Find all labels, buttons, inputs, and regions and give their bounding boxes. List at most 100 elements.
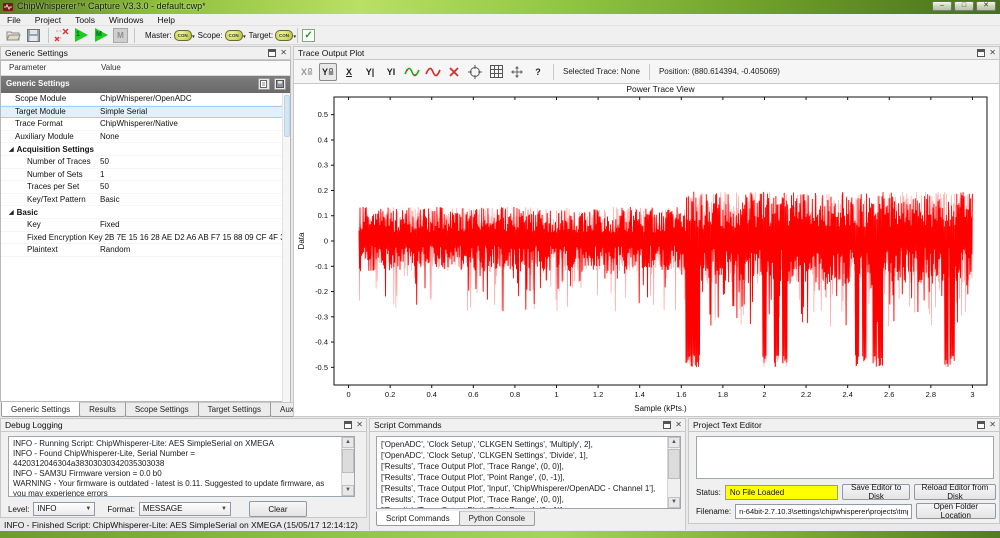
param-row[interactable]: Auxiliary ModuleNone	[1, 131, 284, 144]
float-panel-icon[interactable]	[268, 49, 276, 57]
param-value[interactable]: Random	[100, 245, 130, 254]
tab-results[interactable]: Results	[79, 402, 126, 417]
expand-arrow-icon[interactable]: ◢	[9, 146, 14, 153]
param-row[interactable]: KeyFixed	[1, 219, 284, 232]
redraw-button[interactable]	[424, 63, 442, 81]
param-group-row[interactable]: ◢Acquisition Settings	[1, 143, 284, 156]
param-row[interactable]: PlaintextRandom	[1, 244, 284, 257]
generic-settings-dock-header[interactable]: Generic Settings ✕	[0, 46, 291, 60]
scroll-down-icon[interactable]: ▼	[668, 497, 680, 508]
debug-log-text[interactable]: INFO - Running Script: ChipWhisperer-Lit…	[8, 436, 355, 497]
scroll-up-icon[interactable]: ▲	[342, 437, 354, 448]
param-row[interactable]: Key/Text PatternBasic	[1, 194, 284, 207]
target-connect-button[interactable]: CON▾	[275, 30, 293, 41]
param-value[interactable]: ChipWhisperer/OpenADC	[100, 94, 192, 103]
capture-1-button[interactable]: 1	[73, 27, 91, 44]
title-bar[interactable]: ChipWhisperer™ Capture V3.3.0 - default.…	[0, 0, 1000, 14]
script-commands-text[interactable]: ['OpenADC', 'Clock Setup', 'CLKGEN Setti…	[376, 436, 681, 509]
param-value[interactable]: 50	[100, 157, 109, 166]
generic-settings-group-bar[interactable]: Generic Settings	[1, 76, 290, 93]
close-panel-icon[interactable]: ✕	[675, 421, 682, 429]
validate-settings-button[interactable]: ✓	[302, 29, 315, 42]
scrollbar-thumb[interactable]	[284, 95, 290, 137]
master-connect-button[interactable]: CON▾	[174, 30, 192, 41]
project-text-editor-dock-header[interactable]: Project Text Editor ✕	[688, 418, 1000, 432]
expand-arrow-icon[interactable]: ◢	[9, 209, 14, 216]
project-editor-textarea[interactable]	[696, 436, 994, 479]
menu-tools[interactable]: Tools	[68, 15, 102, 25]
restore-button[interactable]: □	[954, 1, 974, 11]
scope-connect-button[interactable]: CON▾	[225, 30, 243, 41]
log-format-select[interactable]: MESSAGE▼	[139, 502, 231, 516]
param-row[interactable]: Traces per Set50	[1, 181, 284, 194]
table-scrollbar[interactable]	[282, 93, 290, 402]
scrollbar-thumb[interactable]	[668, 449, 680, 479]
param-row[interactable]: Number of Sets1	[1, 169, 284, 182]
tab-scope-settings[interactable]: Scope Settings	[125, 402, 199, 417]
menu-windows[interactable]: Windows	[102, 15, 150, 25]
tab-script-commands[interactable]: Script Commands	[376, 511, 460, 526]
filename-input[interactable]	[735, 504, 911, 519]
param-value[interactable]: Fixed	[100, 220, 120, 229]
scroll-up-icon[interactable]: ▲	[668, 437, 680, 448]
param-row[interactable]: Number of Traces50	[1, 156, 284, 169]
capture-multi-button[interactable]: M	[93, 27, 111, 44]
float-panel-icon[interactable]	[344, 421, 352, 429]
close-button[interactable]: ✕	[976, 1, 996, 11]
param-value[interactable]: 50	[100, 182, 109, 191]
param-row[interactable]: Target ModuleSimple Serial	[1, 106, 284, 119]
menu-file[interactable]: File	[0, 15, 28, 25]
copy-params-icon[interactable]	[258, 78, 270, 90]
scrollbar-thumb[interactable]	[342, 449, 354, 473]
param-value[interactable]: ChipWhisperer/Native	[100, 119, 178, 128]
power-trace-chart[interactable]: 00.20.40.60.811.21.41.61.822.22.42.62.83…	[294, 84, 999, 415]
tab-target-settings[interactable]: Target Settings	[198, 402, 271, 417]
y-axis-lock-button[interactable]: Y	[319, 63, 337, 81]
param-group-row[interactable]: ◢Basic	[1, 206, 284, 219]
float-panel-icon[interactable]	[977, 49, 985, 57]
menu-project[interactable]: Project	[28, 15, 68, 25]
save-project-button[interactable]	[24, 27, 42, 44]
save-editor-button[interactable]: Save Editor to Disk	[842, 484, 910, 500]
debug-logging-dock-header[interactable]: Debug Logging ✕	[0, 418, 367, 432]
debug-log-scrollbar[interactable]: ▲ ▼	[341, 437, 354, 496]
clear-traces-button[interactable]	[445, 63, 463, 81]
param-value[interactable]: Basic	[100, 195, 120, 204]
close-panel-icon[interactable]: ✕	[989, 49, 996, 57]
param-value[interactable]: Simple Serial	[100, 107, 147, 116]
save-params-icon[interactable]	[274, 78, 286, 90]
help-button[interactable]: ?	[529, 63, 547, 81]
trace-plot-dock-header[interactable]: Trace Output Plot ✕	[293, 46, 1000, 60]
connect-all-button[interactable]	[53, 27, 71, 44]
param-value[interactable]: None	[100, 132, 119, 141]
tab-python-console[interactable]: Python Console	[459, 511, 535, 526]
tab-generic-settings[interactable]: Generic Settings	[1, 402, 80, 417]
clear-log-button[interactable]: Clear	[249, 501, 307, 517]
crosshair-button[interactable]	[466, 63, 484, 81]
pan-button[interactable]	[508, 63, 526, 81]
persistence-button[interactable]	[403, 63, 421, 81]
log-level-select[interactable]: INFO▼	[33, 502, 95, 516]
close-panel-icon[interactable]: ✕	[356, 421, 363, 429]
script-commands-dock-header[interactable]: Script Commands ✕	[369, 418, 686, 432]
x-axis-lock-button[interactable]: X	[298, 63, 316, 81]
open-folder-button[interactable]: Open Folder Location	[916, 503, 996, 519]
open-project-button[interactable]	[4, 27, 22, 44]
grid-button[interactable]	[487, 63, 505, 81]
close-panel-icon[interactable]: ✕	[280, 49, 287, 57]
param-value[interactable]: 2B 7E 15 16 28 AE D2 A6 AB F7 15 88 09 C…	[105, 233, 291, 242]
param-row[interactable]: Fixed Encryption Key2B 7E 15 16 28 AE D2…	[1, 232, 284, 245]
minimize-button[interactable]: –	[932, 1, 952, 11]
x-autorange-button[interactable]: X	[340, 63, 358, 81]
param-row[interactable]: Scope ModuleChipWhisperer/OpenADC	[1, 93, 284, 106]
menu-help[interactable]: Help	[151, 15, 182, 25]
y-full-button[interactable]: Y|	[361, 63, 379, 81]
float-panel-icon[interactable]	[663, 421, 671, 429]
reload-editor-button[interactable]: Reload Editor from Disk	[914, 484, 996, 500]
float-panel-icon[interactable]	[977, 421, 985, 429]
param-row[interactable]: Trace FormatChipWhisperer/Native	[1, 118, 284, 131]
scroll-down-icon[interactable]: ▼	[342, 485, 354, 496]
y-fit-button[interactable]: YI	[382, 63, 400, 81]
param-value[interactable]: 1	[100, 170, 104, 179]
script-scrollbar[interactable]: ▲ ▼	[667, 437, 680, 508]
